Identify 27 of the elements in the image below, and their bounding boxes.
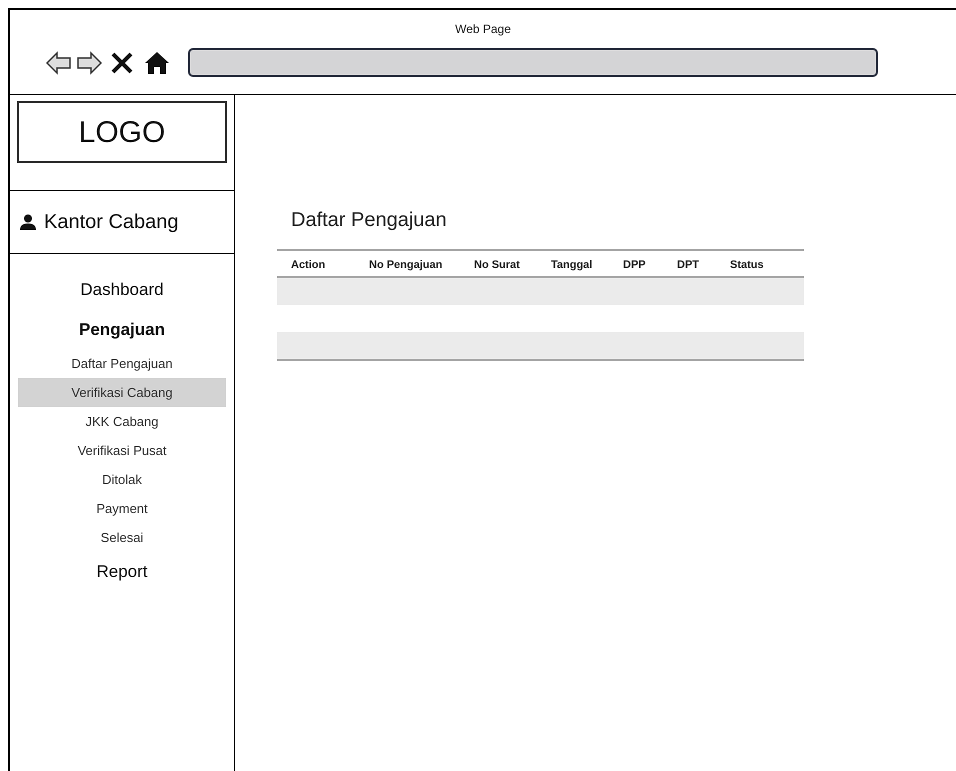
column-header: DPT <box>677 258 699 270</box>
submenu-item[interactable]: Daftar Pengajuan <box>18 349 226 378</box>
user-name: Kantor Cabang <box>44 210 179 235</box>
column-header: Tanggal <box>551 258 592 270</box>
column-header: DPP <box>623 258 646 270</box>
address-bar[interactable] <box>188 48 878 77</box>
submenu-item[interactable]: Selesai <box>18 523 226 552</box>
submenu-item[interactable]: Payment <box>18 494 226 523</box>
window-title: Web Page <box>454 21 512 38</box>
column-header: No Surat <box>474 258 520 270</box>
close-icon[interactable] <box>110 50 134 74</box>
menu-group[interactable]: Pengajuan <box>79 316 165 342</box>
menu-item[interactable]: Dashboard <box>18 270 226 310</box>
forward-arrow-icon[interactable] <box>76 50 102 74</box>
home-icon[interactable] <box>144 50 170 74</box>
logo: LOGO <box>17 101 227 163</box>
menu-item[interactable]: Report <box>18 552 226 592</box>
submenu-item[interactable]: Verifikasi Cabang <box>18 378 226 407</box>
column-header: Action <box>291 258 326 270</box>
page-title: Daftar Pengajuan <box>291 208 447 233</box>
submenu-item[interactable]: JKK Cabang <box>18 407 226 436</box>
back-arrow-icon[interactable] <box>46 50 72 74</box>
user-icon <box>20 214 36 230</box>
column-header: No Pengajuan <box>369 258 442 270</box>
submenu-item[interactable]: Verifikasi Pusat <box>18 436 226 465</box>
submenu-item[interactable]: Ditolak <box>18 465 226 494</box>
column-header: Status <box>730 258 764 270</box>
